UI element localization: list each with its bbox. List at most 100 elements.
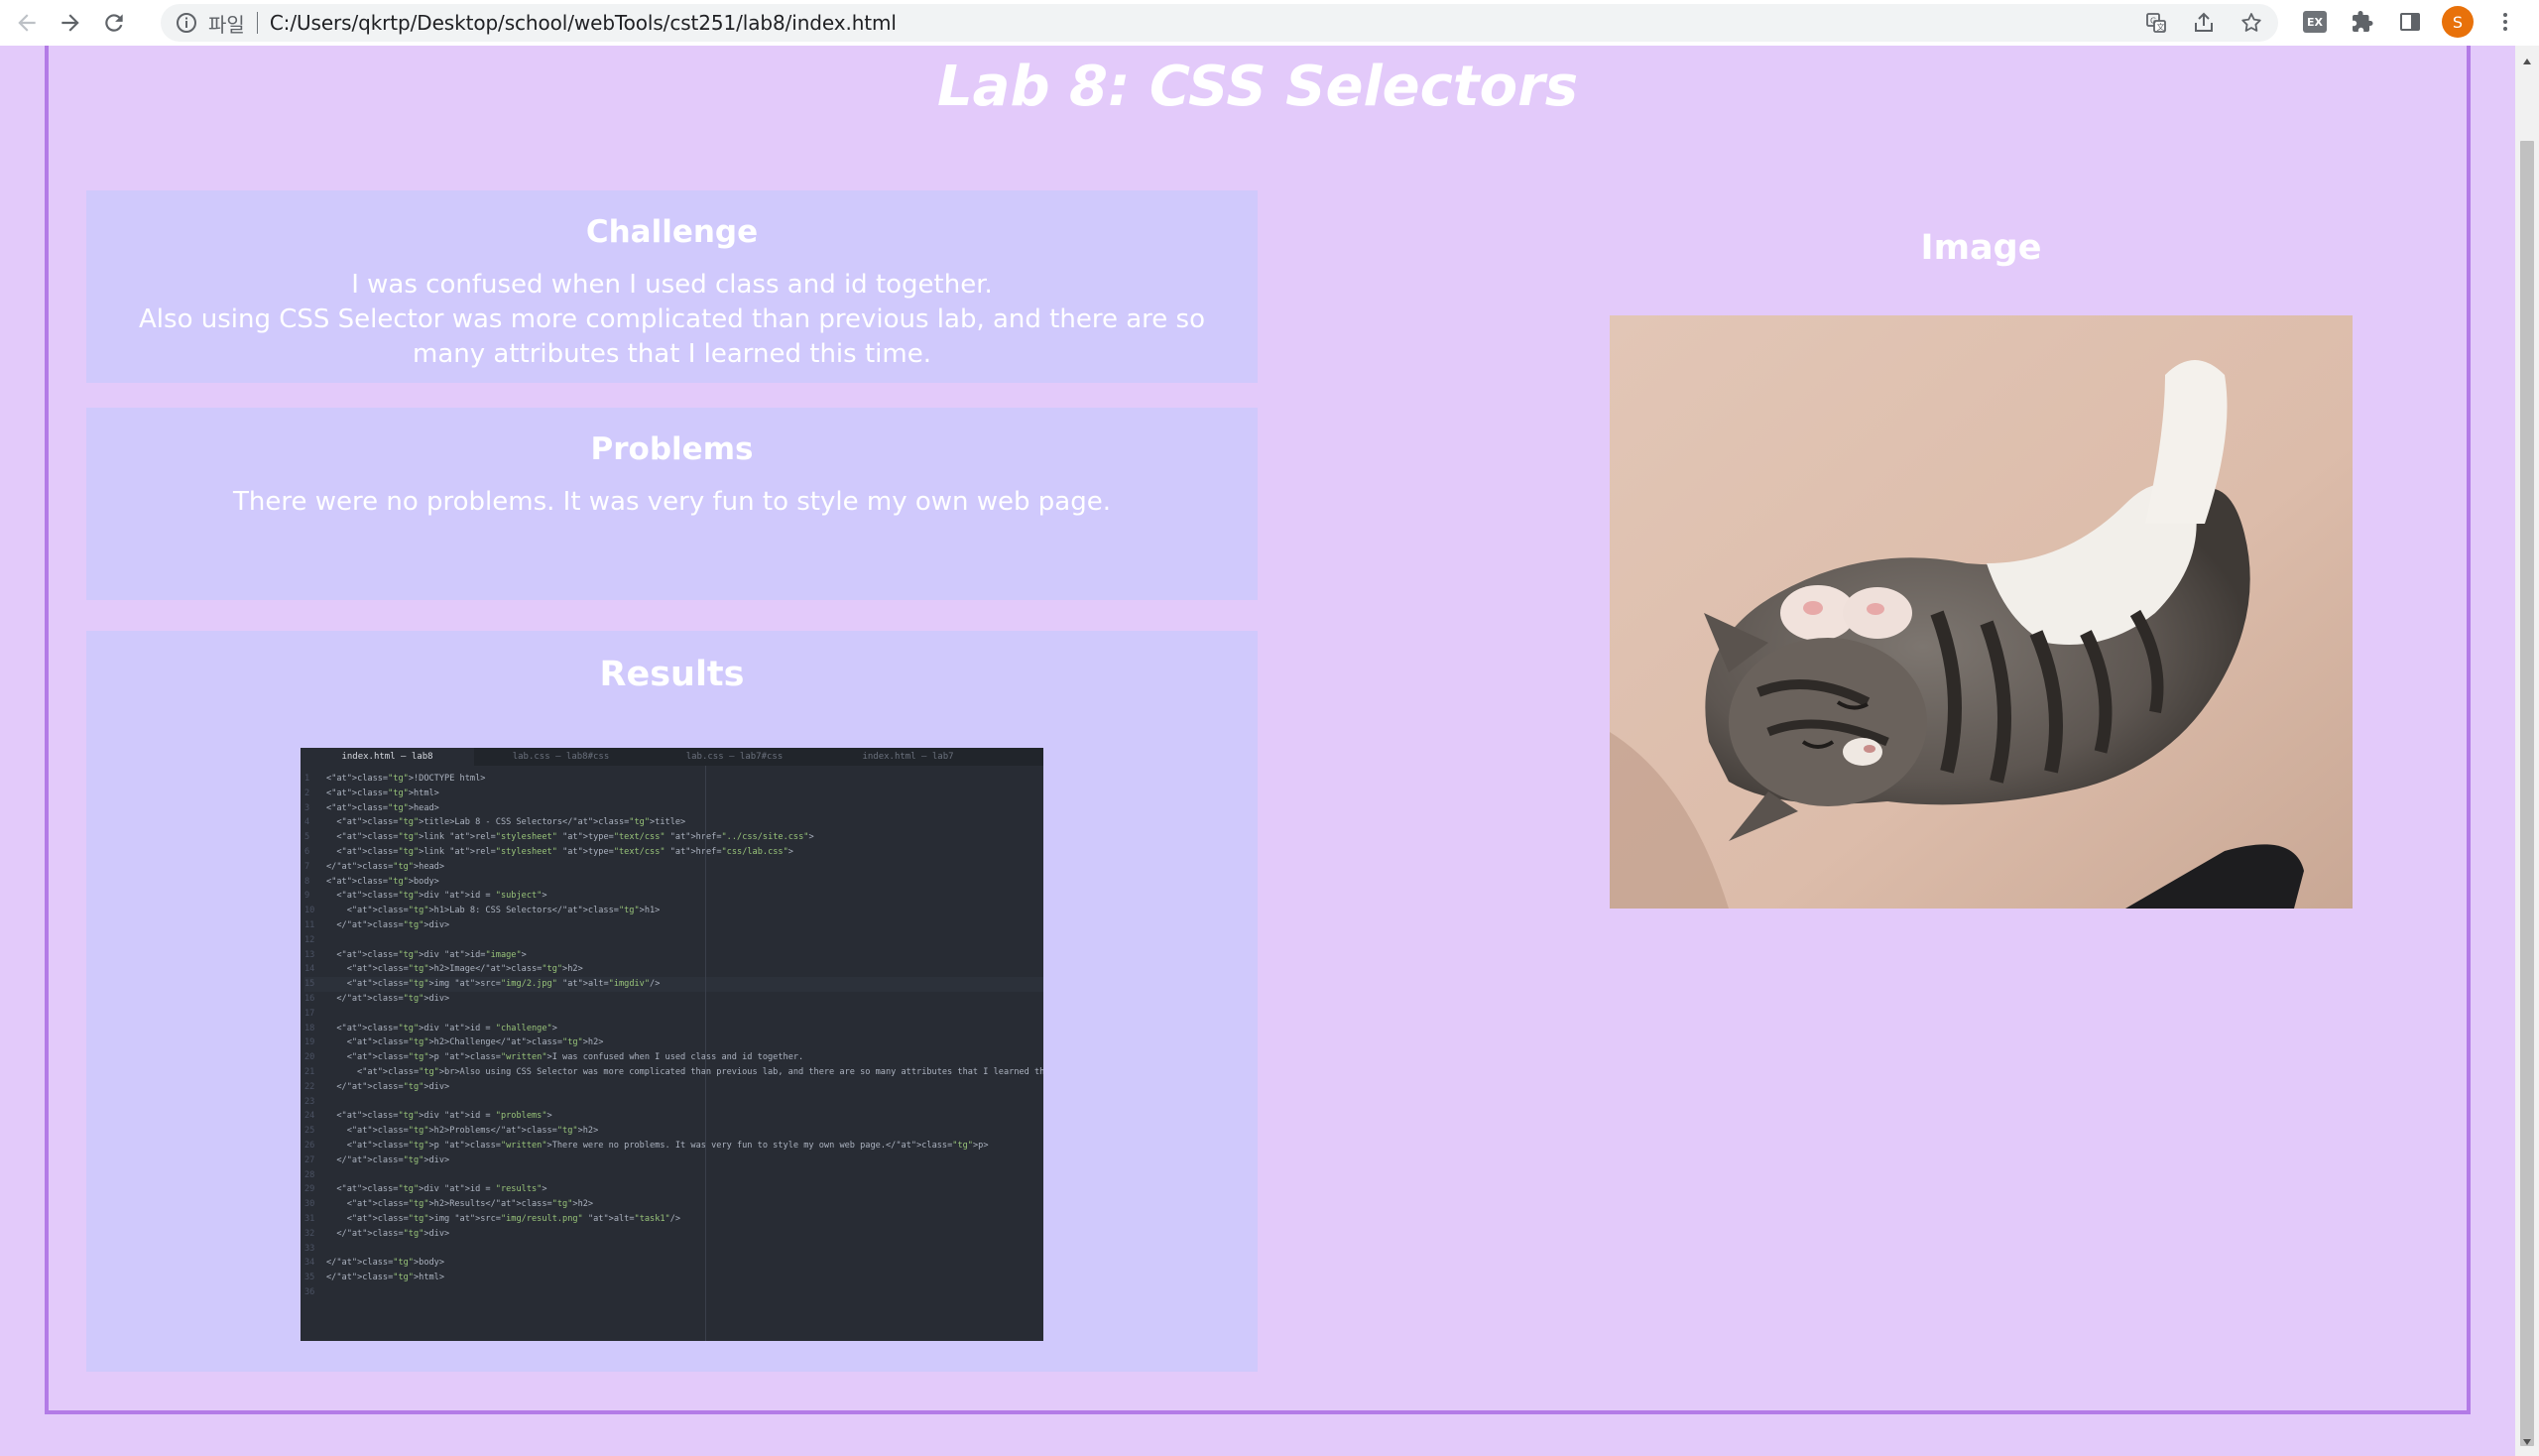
share-icon	[2195, 12, 2213, 32]
code-text: <"at">class="tg">title>Lab 8 - CSS Selec…	[326, 817, 686, 828]
line-number: 29	[304, 1184, 315, 1195]
code-text: </"at">class="tg">div>	[326, 919, 450, 930]
side-panel-button[interactable]	[2392, 4, 2428, 40]
code-text: <"at">class="tg">html>	[326, 788, 439, 798]
code-text: <"at">class="tg">link "at">rel="styleshe…	[326, 846, 793, 857]
challenge-line-1: I was confused when I used class and id …	[351, 270, 993, 300]
code-text: <"at">class="tg">br>Also using CSS Selec…	[326, 1066, 1043, 1077]
code-line: 20 <"at">class="tg">p "at">class="writte…	[304, 1050, 1043, 1065]
code-line: 17	[304, 1007, 1043, 1022]
svg-text:G: G	[2150, 17, 2156, 26]
code-line: 19 <"at">class="tg">h2>Challenge</"at">c…	[304, 1035, 1043, 1050]
code-line: 8 <"at">class="tg">body>	[304, 875, 1043, 890]
code-text: </"at">class="tg">body>	[326, 1258, 445, 1269]
page-title: Lab 8: CSS Selectors	[936, 55, 1579, 119]
line-number: 31	[304, 1213, 315, 1224]
code-line: 14 <"at">class="tg">h2>Image</"at">class…	[304, 962, 1043, 977]
line-number: 34	[304, 1258, 315, 1269]
image-section: Image	[1610, 228, 2353, 909]
code-line: 22 </"at">class="tg">div>	[304, 1080, 1043, 1095]
challenge-section: Challenge I was confused when I used cla…	[86, 190, 1258, 383]
more-vert-icon	[2503, 13, 2507, 31]
browser-toolbar: 파일 C:/Users/qkrtp/Desktop/school/webTool…	[0, 0, 2539, 46]
line-number: 15	[304, 979, 315, 990]
problems-heading: Problems	[590, 431, 754, 467]
menu-button[interactable]	[2487, 4, 2523, 40]
code-line: 23	[304, 1095, 1043, 1110]
line-number: 5	[304, 832, 310, 843]
extension-ex-button[interactable]: EX	[2297, 4, 2333, 40]
address-bar-actions: G文	[2139, 7, 2268, 39]
results-heading: Results	[599, 655, 745, 694]
editor-code: 1 <"at">class="tg">!DOCTYPE html> 2 <"at">c…	[301, 766, 1043, 1300]
translate-icon: G文	[2146, 13, 2166, 33]
share-button[interactable]	[2187, 7, 2221, 39]
translate-button[interactable]: G文	[2139, 7, 2173, 39]
scroll-up-button[interactable]	[2515, 52, 2539, 71]
line-number: 27	[304, 1154, 315, 1165]
code-line: 10 <"at">class="tg">h1>Lab 8: CSS Select…	[304, 904, 1043, 918]
code-text: <"at">class="tg">body>	[326, 876, 439, 887]
puzzle-icon	[2353, 11, 2373, 32]
code-text: </"at">class="tg">div>	[326, 1228, 450, 1239]
editor-wrap-guide	[705, 766, 706, 1341]
back-button[interactable]	[10, 6, 44, 40]
line-number: 12	[304, 934, 315, 945]
challenge-text: I was confused when I used class and id …	[86, 268, 1258, 372]
code-text: <"at">class="tg">h2>Results</"at">class=…	[326, 1199, 594, 1210]
forward-button[interactable]	[54, 6, 87, 40]
code-line: 13 <"at">class="tg">div "at">id="image">	[304, 948, 1043, 963]
code-line: 30 <"at">class="tg">h2>Results</"at">cla…	[304, 1197, 1043, 1212]
line-number: 22	[304, 1081, 315, 1092]
code-text: </"at">class="tg">div>	[326, 1154, 450, 1165]
site-chip[interactable]: 파일	[208, 9, 245, 38]
line-number: 21	[304, 1066, 315, 1077]
code-line: 27 </"at">class="tg">div>	[304, 1153, 1043, 1168]
chip-separator	[256, 12, 258, 34]
line-number: 11	[304, 919, 315, 930]
svg-text:文: 文	[2157, 22, 2165, 32]
code-text: <"at">class="tg">p "at">class="written">…	[326, 1140, 989, 1151]
code-text: <"at">class="tg">div "at">id="image">	[326, 949, 527, 960]
side-panel-icon	[2400, 13, 2420, 31]
extensions-button[interactable]	[2345, 4, 2380, 40]
code-line: 18 <"at">class="tg">div "at">id = "chall…	[304, 1022, 1043, 1036]
code-line: 6 <"at">class="tg">link "at">rel="styles…	[304, 845, 1043, 860]
scroll-down-button[interactable]	[2515, 1432, 2539, 1452]
code-line: 7 </"at">class="tg">head>	[304, 860, 1043, 875]
profile-button[interactable]: S	[2440, 4, 2476, 40]
code-line: 5 <"at">class="tg">link "at">rel="styles…	[304, 830, 1043, 845]
url-text[interactable]: C:/Users/qkrtp/Desktop/school/webTools/c…	[270, 11, 897, 35]
code-line: 31 <"at">class="tg">img "at">src="img/re…	[304, 1212, 1043, 1227]
line-number: 3	[304, 802, 310, 813]
line-number: 23	[304, 1096, 315, 1107]
bookmark-button[interactable]	[2235, 7, 2268, 39]
vertical-scrollbar[interactable]	[2515, 46, 2539, 1456]
info-icon[interactable]	[175, 11, 198, 35]
line-number: 14	[304, 964, 315, 975]
toolbar-right: EX S	[2297, 4, 2523, 40]
scroll-thumb[interactable]	[2520, 141, 2534, 1446]
line-number: 16	[304, 993, 315, 1004]
reload-button[interactable]	[97, 6, 131, 40]
line-number: 17	[304, 1008, 315, 1019]
line-number: 6	[304, 846, 310, 857]
line-number: 25	[304, 1126, 315, 1137]
code-text: <"at">class="tg">!DOCTYPE html>	[326, 774, 486, 784]
triangle-up-icon	[2523, 59, 2531, 64]
code-text: <"at">class="tg">link "at">rel="styleshe…	[326, 832, 814, 843]
code-line: 11 </"at">class="tg">div>	[304, 918, 1043, 933]
code-line: 35 </"at">class="tg">html>	[304, 1271, 1043, 1285]
editor-tab: index.html — lab7	[862, 752, 954, 762]
line-number: 8	[304, 876, 310, 887]
code-text: <"at">class="tg">div "at">id = "problems…	[326, 1111, 552, 1122]
code-line: 21 <"at">class="tg">br>Also using CSS Se…	[304, 1065, 1043, 1080]
kitten-photo	[1610, 315, 2353, 909]
code-line: 36	[304, 1285, 1043, 1300]
address-bar[interactable]: 파일 C:/Users/qkrtp/Desktop/school/webTool…	[161, 4, 2278, 42]
problems-section: Problems There were no problems. It was …	[86, 408, 1258, 600]
code-line: 32 </"at">class="tg">div>	[304, 1227, 1043, 1242]
line-number: 26	[304, 1140, 315, 1151]
code-line: 25 <"at">class="tg">h2>Problems</"at">cl…	[304, 1124, 1043, 1139]
line-number: 32	[304, 1228, 315, 1239]
